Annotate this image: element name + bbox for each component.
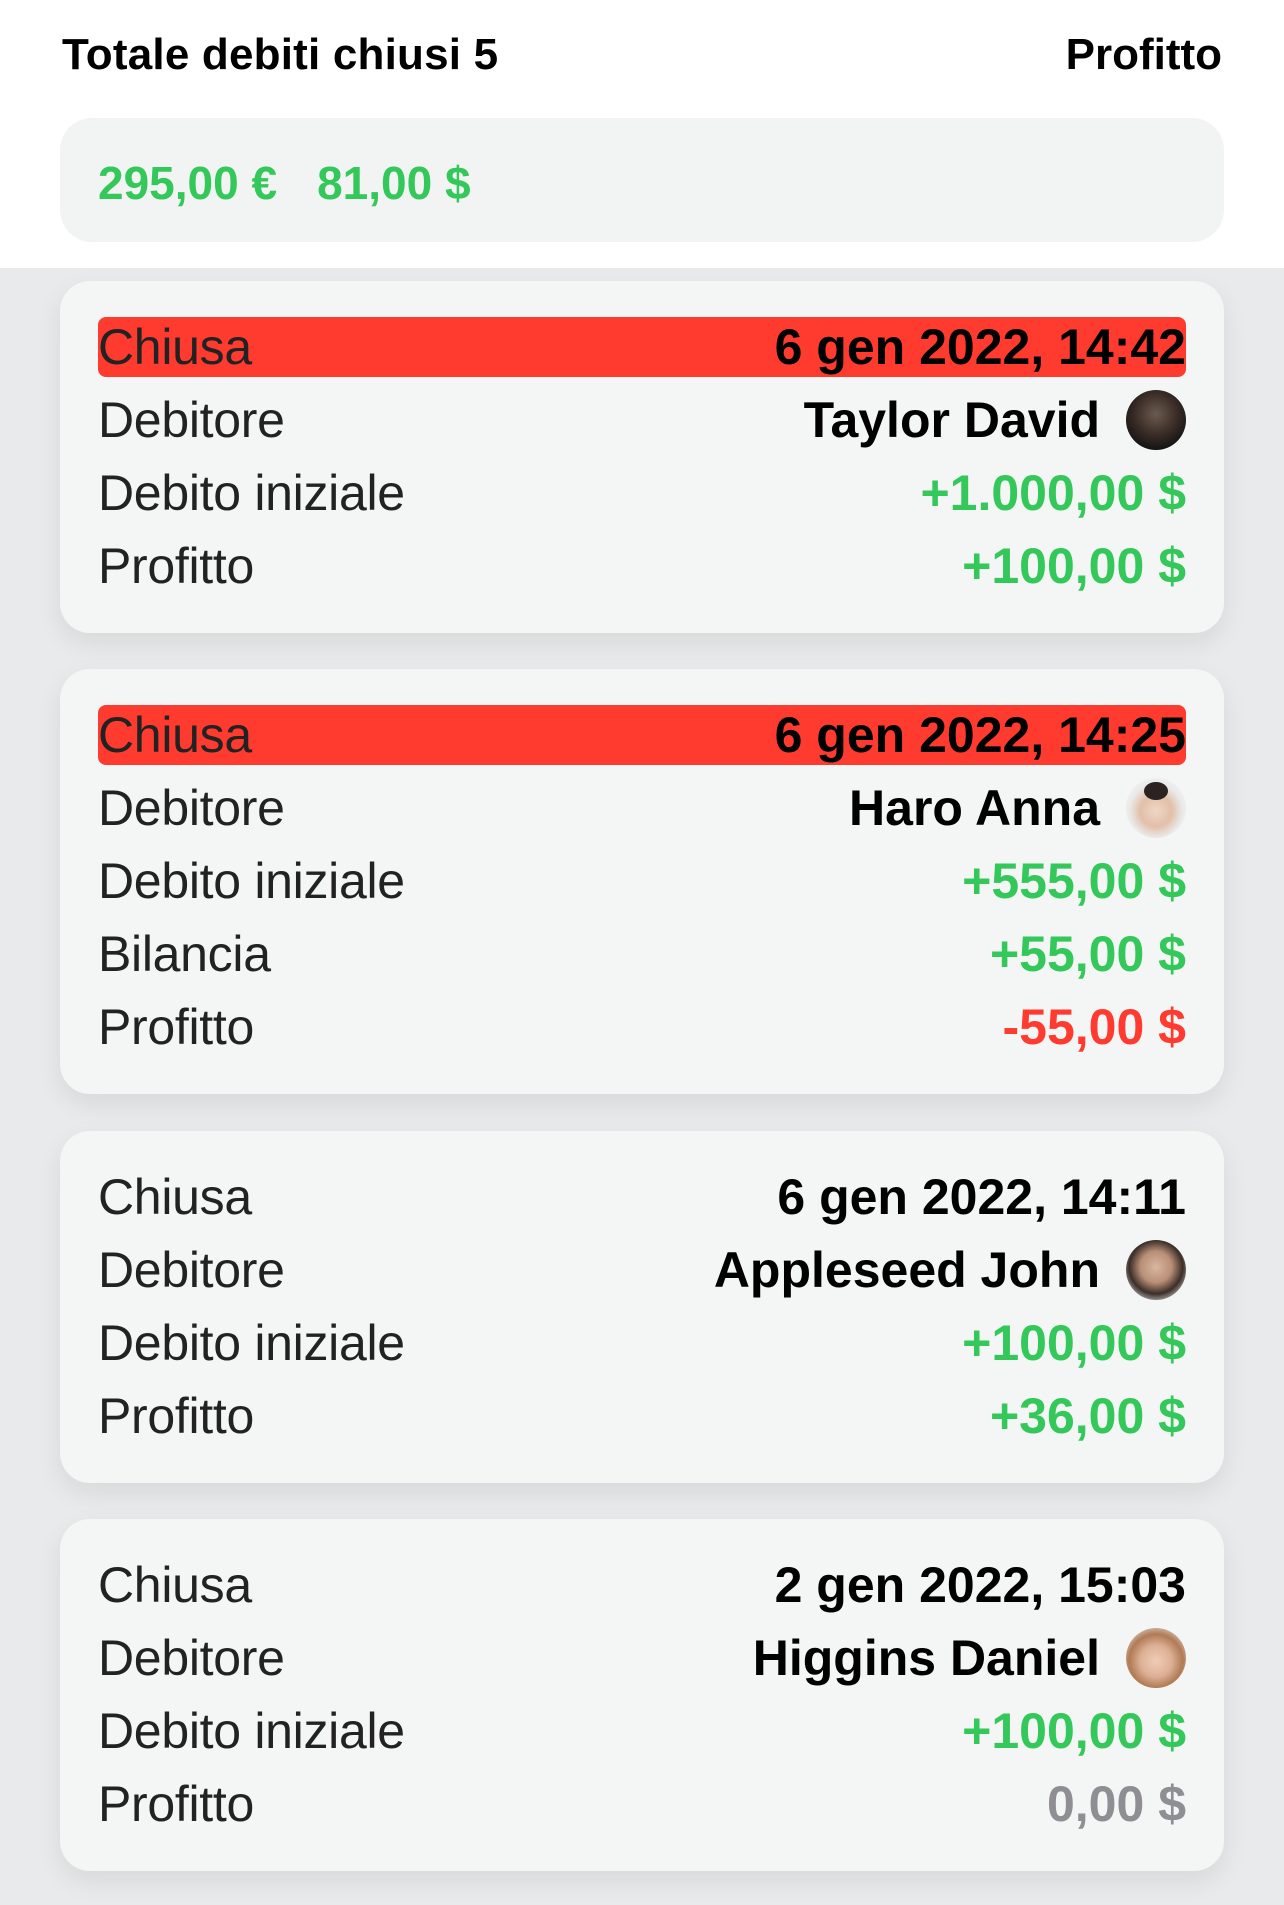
initial-debt-row: Debito iniziale +555,00 $ xyxy=(98,851,1186,911)
profit-label: Profitto xyxy=(98,999,254,1055)
avatar xyxy=(1126,390,1186,450)
status-row: Chiusa 6 gen 2022, 14:11 xyxy=(98,1167,1186,1227)
summary-section: 295,00 € 81,00 $ xyxy=(0,118,1284,268)
debt-card[interactable]: Chiusa 6 gen 2022, 14:25 Debitore Haro A… xyxy=(60,669,1224,1094)
initial-debt-row: Debito iniziale +100,00 $ xyxy=(98,1701,1186,1761)
summary-amounts: 295,00 € 81,00 $ xyxy=(98,156,471,210)
summary-amount-usd: 81,00 $ xyxy=(317,157,471,209)
profit-label: Profitto xyxy=(98,1388,254,1444)
closed-date: 6 gen 2022, 14:11 xyxy=(777,1169,1186,1225)
debt-card[interactable]: Chiusa 2 gen 2022, 15:03 Debitore Higgin… xyxy=(60,1519,1224,1871)
balance-label: Bilancia xyxy=(98,926,271,982)
page-title: Totale debiti chiusi 5 xyxy=(62,30,499,79)
closed-date: 2 gen 2022, 15:03 xyxy=(774,1557,1186,1613)
debtor-name: Appleseed John xyxy=(713,1242,1100,1298)
status-label: Chiusa xyxy=(98,319,252,375)
balance-row: Bilancia +55,00 $ xyxy=(98,924,1186,984)
profit-row: Profitto -55,00 $ xyxy=(98,997,1186,1057)
debtor-label: Debitore xyxy=(98,780,285,836)
avatar xyxy=(1126,1240,1186,1300)
status-label: Chiusa xyxy=(98,1169,252,1225)
header: Totale debiti chiusi 5 Profitto xyxy=(0,0,1284,118)
summary-amount-eur: 295,00 € xyxy=(98,157,278,209)
initial-debt-value: +555,00 $ xyxy=(962,853,1186,909)
closed-date: 6 gen 2022, 14:25 xyxy=(774,707,1186,763)
status-row: Chiusa 6 gen 2022, 14:42 xyxy=(98,317,1186,377)
status-label: Chiusa xyxy=(98,1557,252,1613)
initial-debt-row: Debito iniziale +1.000,00 $ xyxy=(98,463,1186,523)
profit-label: Profitto xyxy=(98,1776,254,1832)
profit-value: +100,00 $ xyxy=(962,538,1186,594)
profit-label: Profitto xyxy=(98,538,254,594)
debt-card[interactable]: Chiusa 6 gen 2022, 14:11 Debitore Apples… xyxy=(60,1131,1224,1483)
status-row: Chiusa 2 gen 2022, 15:03 xyxy=(98,1555,1186,1615)
debtor-name: Haro Anna xyxy=(849,780,1100,836)
profit-value: 0,00 $ xyxy=(1046,1776,1186,1832)
debtor-row: Debitore Appleseed John xyxy=(98,1240,1186,1300)
debtor-row: Debitore Haro Anna xyxy=(98,778,1186,838)
initial-debt-label: Debito iniziale xyxy=(98,1315,405,1371)
initial-debt-value: +100,00 $ xyxy=(962,1703,1186,1759)
debtor-row: Debitore Higgins Daniel xyxy=(98,1628,1186,1688)
debtor-label: Debitore xyxy=(98,1242,285,1298)
avatar xyxy=(1126,1628,1186,1688)
debt-card[interactable]: Chiusa 6 gen 2022, 14:42 Debitore Taylor… xyxy=(60,281,1224,633)
avatar xyxy=(1126,778,1186,838)
status-label: Chiusa xyxy=(98,707,252,763)
initial-debt-value: +100,00 $ xyxy=(962,1315,1186,1371)
initial-debt-label: Debito iniziale xyxy=(98,1703,405,1759)
initial-debt-row: Debito iniziale +100,00 $ xyxy=(98,1313,1186,1373)
profit-value: +36,00 $ xyxy=(989,1388,1186,1444)
profit-header-label[interactable]: Profitto xyxy=(1066,30,1222,80)
closed-date: 6 gen 2022, 14:42 xyxy=(774,319,1186,375)
profit-row: Profitto +100,00 $ xyxy=(98,536,1186,596)
debtor-label: Debitore xyxy=(98,1630,285,1686)
profit-row: Profitto +36,00 $ xyxy=(98,1386,1186,1446)
initial-debt-value: +1.000,00 $ xyxy=(920,465,1186,521)
balance-value: +55,00 $ xyxy=(989,926,1186,982)
summary-card: 295,00 € 81,00 $ xyxy=(60,118,1224,242)
profit-value: -55,00 $ xyxy=(1002,999,1186,1055)
debtor-label: Debitore xyxy=(98,392,285,448)
initial-debt-label: Debito iniziale xyxy=(98,853,405,909)
profit-row: Profitto 0,00 $ xyxy=(98,1774,1186,1834)
debtor-name: Higgins Daniel xyxy=(752,1630,1100,1686)
initial-debt-label: Debito iniziale xyxy=(98,465,405,521)
status-row: Chiusa 6 gen 2022, 14:25 xyxy=(98,705,1186,765)
debtor-row: Debitore Taylor David xyxy=(98,390,1186,450)
debtor-name: Taylor David xyxy=(803,392,1100,448)
